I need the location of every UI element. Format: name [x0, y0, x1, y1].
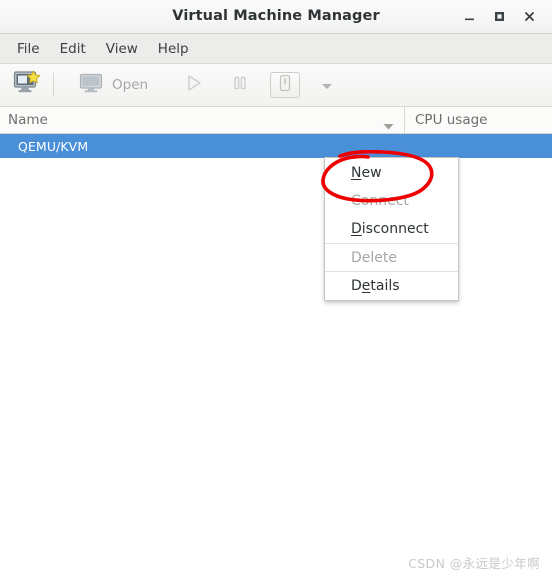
connection-context-menu: New Connect Disconnect Delete De tails	[324, 157, 459, 301]
maximize-icon	[493, 10, 506, 23]
menubar-item-view[interactable]: View	[96, 37, 148, 61]
virtual-machine-manager-window: Virtual Machine Manager File Edit View H…	[0, 0, 552, 584]
column-header-cpu-usage-label: CPU usage	[415, 112, 488, 128]
run-button[interactable]	[176, 70, 212, 100]
context-menu-item-details[interactable]: De tails	[325, 271, 458, 299]
context-menu-item-delete-label: Delete	[351, 249, 397, 266]
menubar-item-help[interactable]: Help	[148, 37, 199, 61]
window-titlebar: Virtual Machine Manager	[0, 0, 552, 34]
context-menu-item-new[interactable]: New	[325, 159, 458, 187]
open-button[interactable]: Open	[73, 69, 154, 101]
new-virtual-machine-icon	[13, 70, 41, 100]
context-menu-item-details-prefix: D	[351, 277, 362, 294]
context-menu-item-connect: Connect	[325, 187, 458, 215]
column-header-cpu-usage[interactable]: CPU usage	[406, 107, 552, 133]
chevron-down-icon	[320, 76, 334, 95]
minimize-icon	[463, 10, 476, 23]
context-menu-item-connect-label: Connect	[351, 193, 409, 209]
connection-list: QEMU/KVM	[0, 134, 552, 584]
column-header-name[interactable]: Name	[0, 107, 405, 133]
context-menu-item-disconnect-label: isconnect	[361, 221, 429, 237]
monitor-icon	[79, 73, 103, 97]
close-button[interactable]	[514, 0, 544, 33]
shutdown-button[interactable]	[270, 72, 301, 98]
context-menu-item-delete: Delete	[325, 243, 458, 271]
sort-descending-icon	[382, 116, 395, 135]
menubar-item-edit[interactable]: Edit	[50, 37, 96, 61]
close-icon	[523, 10, 536, 23]
toolbar-separator	[53, 73, 54, 97]
play-icon	[183, 72, 205, 98]
menubar: File Edit View Help	[0, 34, 552, 64]
connection-name-label: QEMU/KVM	[18, 138, 89, 154]
context-menu-item-disconnect[interactable]: Disconnect	[325, 215, 458, 243]
pause-button[interactable]	[222, 70, 258, 100]
pause-icon	[230, 73, 250, 97]
context-menu-item-details-label: tails	[370, 277, 400, 294]
open-button-label: Open	[112, 77, 149, 93]
minimize-button[interactable]	[454, 0, 484, 33]
watermark: CSDN @永远是少年啊	[408, 556, 540, 571]
column-header-name-label: Name	[8, 112, 48, 128]
context-menu-item-new-mnemonic: N	[351, 165, 362, 181]
shutdown-icon	[278, 74, 292, 96]
table-row[interactable]: QEMU/KVM	[0, 134, 552, 158]
context-menu-item-details-mnemonic: e	[361, 277, 371, 294]
toolbar: Open	[0, 64, 552, 107]
context-menu-item-new-label: ew	[361, 165, 382, 181]
new-virtual-machine-button[interactable]	[8, 68, 46, 102]
maximize-button[interactable]	[484, 0, 514, 33]
connection-list-header: Name CPU usage	[0, 107, 552, 134]
window-controls	[454, 0, 544, 33]
toolbar-dropdown-button[interactable]	[314, 72, 340, 98]
context-menu-item-disconnect-mnemonic: D	[351, 221, 362, 237]
menubar-item-file[interactable]: File	[7, 37, 50, 61]
